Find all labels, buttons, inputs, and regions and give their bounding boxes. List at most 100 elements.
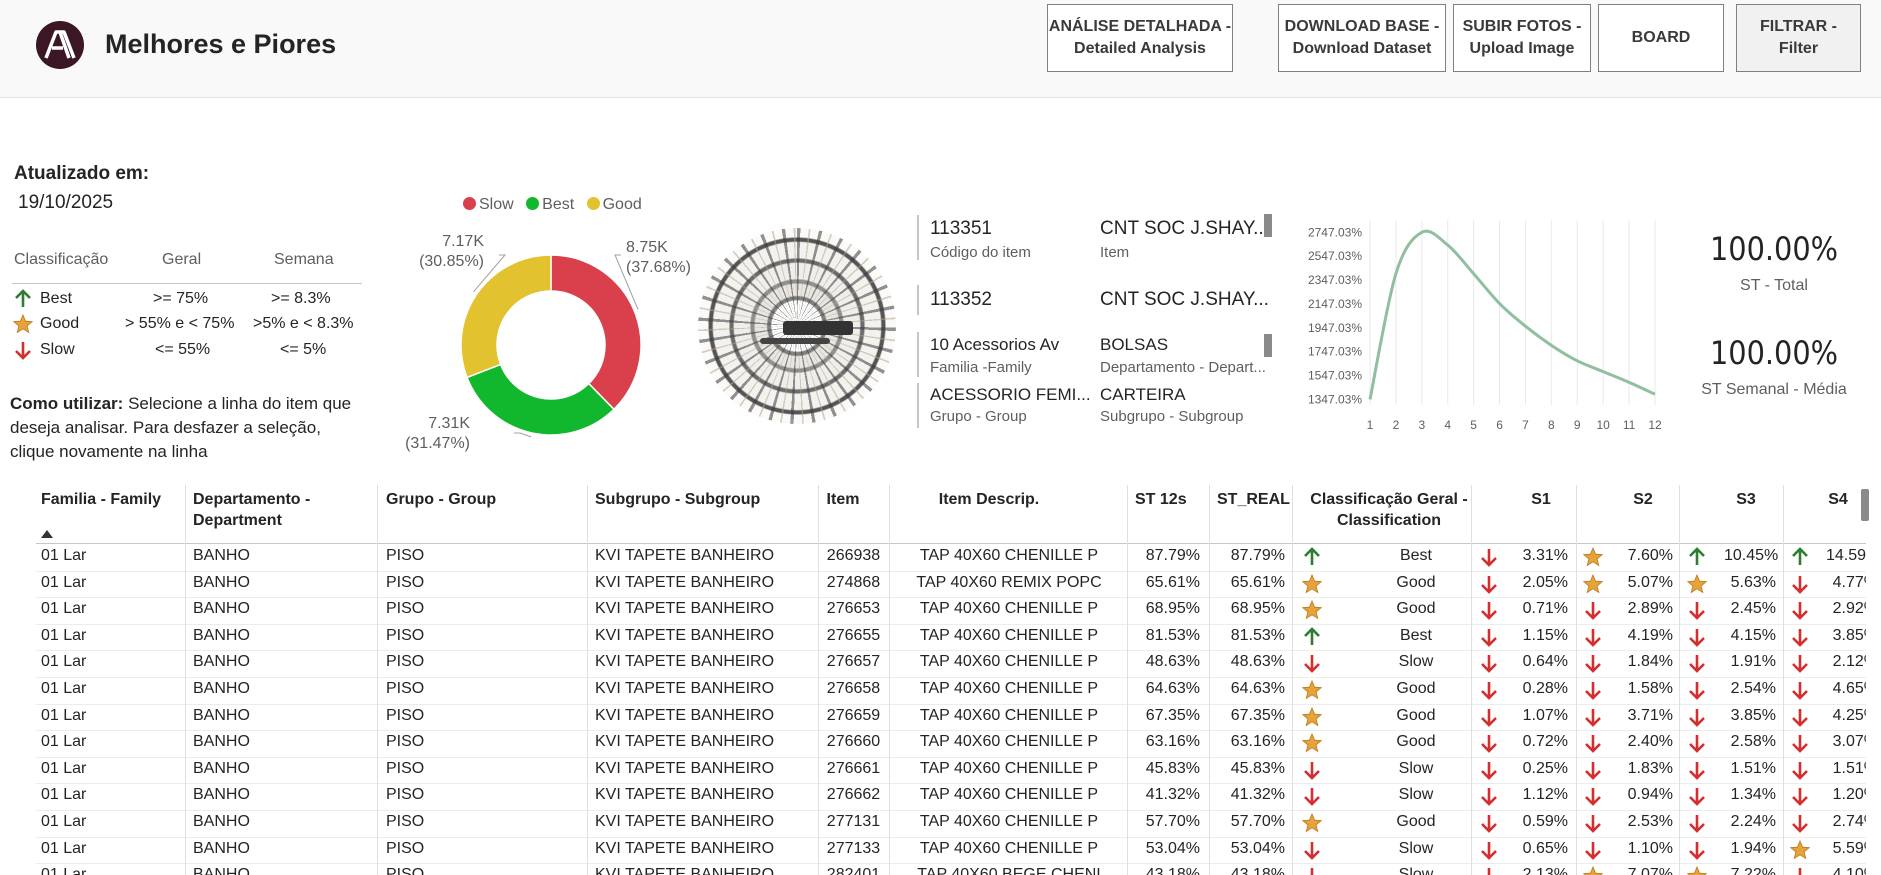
cell-st12s: 81.53%: [1145, 626, 1200, 644]
item-code-label: Código do item: [930, 244, 1031, 261]
detailed-analysis-button[interactable]: ANÁLISE DETALHADA - Detailed Analysis: [1047, 4, 1233, 72]
col-subgroup[interactable]: Subgrupo - Subgroup: [595, 489, 795, 510]
cell-s1: 0.72%: [1522, 733, 1568, 751]
col-department[interactable]: Departamento - Department: [193, 489, 353, 531]
star-icon: [1301, 706, 1323, 726]
arrow-down-icon: [1585, 708, 1601, 727]
table-row[interactable]: 01 Lar BANHO PISO KVI TAPETE BANHEIRO 276660…: [36, 730, 1866, 758]
col-s1[interactable]: S1: [1526, 489, 1556, 510]
x-tick-label: 1: [1367, 418, 1374, 432]
col-classification[interactable]: Classificação Geral - Classification: [1299, 489, 1479, 531]
table-row[interactable]: 01 Lar BANHO PISO KVI TAPETE BANHEIRO 276658…: [36, 677, 1866, 705]
cell-item: 276658: [826, 680, 881, 697]
donut-data-pct: (30.85%): [419, 253, 484, 270]
star-icon: [1301, 600, 1323, 620]
cell-st12s: 68.95%: [1145, 600, 1200, 618]
y-tick-label: 1947.03%: [1308, 321, 1362, 335]
col-group[interactable]: Grupo - Group: [386, 489, 536, 510]
items-table[interactable]: Familia - Family Departamento - Departme…: [36, 485, 1866, 875]
col-s4[interactable]: S4: [1823, 489, 1853, 510]
donut-legend: Slow Best Good: [463, 196, 642, 214]
col-item-descrip[interactable]: Item Descrip.: [889, 489, 1089, 510]
status-icon-cell: [1583, 707, 1603, 727]
status-icon-cell: [1687, 733, 1707, 754]
arrow-down-icon: [1304, 788, 1320, 807]
status-icon-cell: [1583, 760, 1603, 780]
cell-s4: 14.59%: [1826, 547, 1866, 564]
st-weekly-line-chart[interactable]: 1 2 3 4 5 6 7 8 9 10 11 122747.03%2547.03%2347.03%2…: [1290, 210, 1665, 435]
x-tick-label: 3: [1418, 418, 1425, 432]
donut-slice-slow[interactable]: [550, 254, 642, 411]
col-s3[interactable]: S3: [1731, 489, 1761, 510]
arrow-down-icon: [1792, 628, 1808, 647]
status-icon-cell: [1479, 600, 1499, 621]
y-tick-label: 2547.03%: [1308, 249, 1362, 263]
table-row[interactable]: 01 Lar BANHO PISO KVI TAPETE BANHEIRO 276661…: [36, 757, 1866, 785]
cell-s1: 0.71%: [1522, 600, 1568, 618]
board-button[interactable]: BOARD: [1598, 4, 1724, 72]
table-row[interactable]: 01 Lar BANHO PISO KVI TAPETE BANHEIRO 282401…: [36, 863, 1866, 875]
col-divider: [889, 485, 890, 875]
filter-button[interactable]: FILTRAR - Filter: [1736, 4, 1861, 72]
table-row[interactable]: 01 Lar BANHO PISO KVI TAPETE BANHEIRO 276657…: [36, 650, 1866, 678]
sort-asc-icon[interactable]: [41, 530, 53, 538]
status-icon-cell: [1302, 786, 1322, 807]
table-row[interactable]: 01 Lar BANHO PISO KVI TAPETE BANHEIRO 274868…: [36, 571, 1866, 599]
status-icon-cell: [1790, 627, 1810, 647]
download-dataset-button[interactable]: DOWNLOAD BASE - Download Dataset: [1278, 4, 1446, 72]
legend-slow-dot: [463, 197, 476, 210]
donut-slice-good[interactable]: [460, 254, 552, 379]
upload-image-button[interactable]: SUBIR FOTOS - Upload Image: [1453, 4, 1591, 72]
x-tick-label: 5: [1470, 418, 1477, 432]
cell-streal: 68.95%: [1230, 600, 1285, 618]
cell-family: 01 Lar: [41, 839, 87, 857]
cell-item: 274868: [826, 573, 881, 591]
st-series-line[interactable]: [1368, 229, 1656, 400]
legend-best-dot: [526, 197, 540, 210]
arrow-down-icon: [1792, 575, 1808, 594]
status-icon-cell: [1790, 733, 1810, 754]
status-icon-cell: [1583, 680, 1603, 700]
cell-subgroup: KVI TAPETE BANHEIRO: [595, 600, 775, 618]
col-item[interactable]: Item: [818, 489, 868, 510]
arrow-down-icon: [1689, 682, 1705, 700]
arrow-down-icon: [1481, 788, 1497, 807]
product-image-collage[interactable]: [698, 228, 896, 424]
cell-item: 276655: [826, 626, 881, 644]
x-tick-label: 7: [1522, 418, 1529, 432]
cell-subgroup: KVI TAPETE BANHEIRO: [595, 653, 775, 671]
classification-donut-chart[interactable]: 8.75K (37.68%) 7.31K (31.47%) 7.17K (30.85%): [400, 225, 720, 475]
col-st12s[interactable]: ST 12s: [1135, 489, 1195, 510]
table-row[interactable]: 01 Lar BANHO PISO KVI TAPETE BANHEIRO 276662…: [36, 783, 1866, 811]
table-row[interactable]: 01 Lar BANHO PISO KVI TAPETE BANHEIRO 277131…: [36, 810, 1866, 838]
status-icon-cell: [1687, 760, 1707, 780]
status-icon-cell: [1302, 547, 1322, 567]
col-family[interactable]: Familia - Family: [41, 489, 181, 510]
cell-s1: 0.25%: [1522, 759, 1568, 777]
arrow-down-icon: [1585, 735, 1601, 754]
table-row[interactable]: 01 Lar BANHO PISO KVI TAPETE BANHEIRO 277133…: [36, 837, 1866, 865]
cell-s3: 5.63%: [1730, 573, 1776, 591]
cell-group: PISO: [386, 839, 425, 857]
table-row[interactable]: 01 Lar BANHO PISO KVI TAPETE BANHEIRO 276659…: [36, 704, 1866, 732]
legend-good-text: Good: [602, 196, 642, 213]
table-scrollbar[interactable]: [1861, 489, 1869, 521]
legend-good-geral: > 55% e < 75%: [125, 315, 235, 332]
card-scrollbar[interactable]: [1264, 214, 1272, 237]
cell-group: PISO: [386, 573, 425, 591]
status-icon-cell: [1479, 840, 1499, 860]
cell-classification: Best: [1399, 547, 1432, 564]
donut-slice-best[interactable]: [466, 363, 616, 436]
status-icon-cell: [1301, 706, 1323, 727]
col-streal[interactable]: ST_REAL: [1217, 489, 1297, 510]
status-icon-cell: [1687, 813, 1707, 833]
item-code-value-2: 113352: [930, 289, 992, 310]
table-row[interactable]: 01 Lar BANHO PISO KVI TAPETE BANHEIRO 266938…: [36, 544, 1866, 572]
donut-data-label: 8.75K: [626, 239, 668, 256]
table-row[interactable]: 01 Lar BANHO PISO KVI TAPETE BANHEIRO 276655…: [36, 624, 1866, 652]
arrow-down-icon: [1304, 761, 1320, 780]
card-scrollbar[interactable]: [1264, 334, 1272, 357]
table-row[interactable]: 01 Lar BANHO PISO KVI TAPETE BANHEIRO 276653…: [36, 597, 1866, 625]
legend-slow-label: Slow: [40, 341, 75, 358]
col-s2[interactable]: S2: [1628, 489, 1658, 510]
